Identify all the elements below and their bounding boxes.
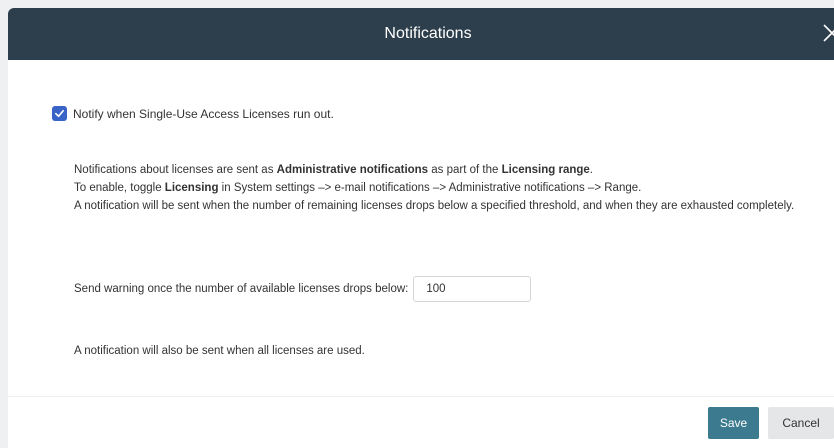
dialog-titlebar: Notifications	[8, 8, 834, 60]
info-line-1-mid: as part of the	[428, 164, 502, 176]
info-line-3: A notification will be sent when the num…	[74, 200, 795, 212]
close-icon[interactable]	[820, 21, 834, 45]
notify-checkbox-label[interactable]: Notify when Single-Use Access Licenses r…	[73, 107, 334, 121]
info-line-1-end: .	[589, 164, 593, 176]
administrative-notifications-label: Administrative notifications	[276, 164, 429, 176]
licensing-range-label: Licensing range	[501, 164, 590, 176]
licensing-info-text: Notifications about licenses are sent as…	[74, 161, 814, 215]
info-line-2-text: To enable, toggle	[74, 182, 165, 194]
info-line-1-text: Notifications about licenses are sent as	[74, 164, 277, 176]
dialog-title: Notifications	[384, 25, 472, 42]
licensing-label: Licensing	[164, 182, 219, 194]
info-line-2-end: in System settings –> e-mail notificatio…	[218, 182, 642, 194]
cancel-button[interactable]: Cancel	[768, 407, 834, 439]
threshold-row: Send warning once the number of availabl…	[74, 276, 532, 302]
final-note: A notification will also be sent when al…	[74, 345, 365, 357]
threshold-label: Send warning once the number of availabl…	[74, 283, 409, 295]
info-line-2: To enable, toggle Licensing in System se…	[74, 179, 814, 197]
notify-checkbox-row[interactable]: Notify when Single-Use Access Licenses r…	[52, 106, 334, 121]
checkmark-icon	[55, 109, 64, 118]
threshold-input[interactable]	[413, 276, 532, 302]
footer-divider	[8, 396, 834, 397]
notifications-dialog: Notifications Notify when Single-Use Acc…	[8, 8, 834, 448]
info-line-1: Notifications about licenses are sent as…	[74, 161, 814, 179]
save-button[interactable]: Save	[708, 407, 759, 439]
notify-checkbox[interactable]	[52, 106, 67, 121]
